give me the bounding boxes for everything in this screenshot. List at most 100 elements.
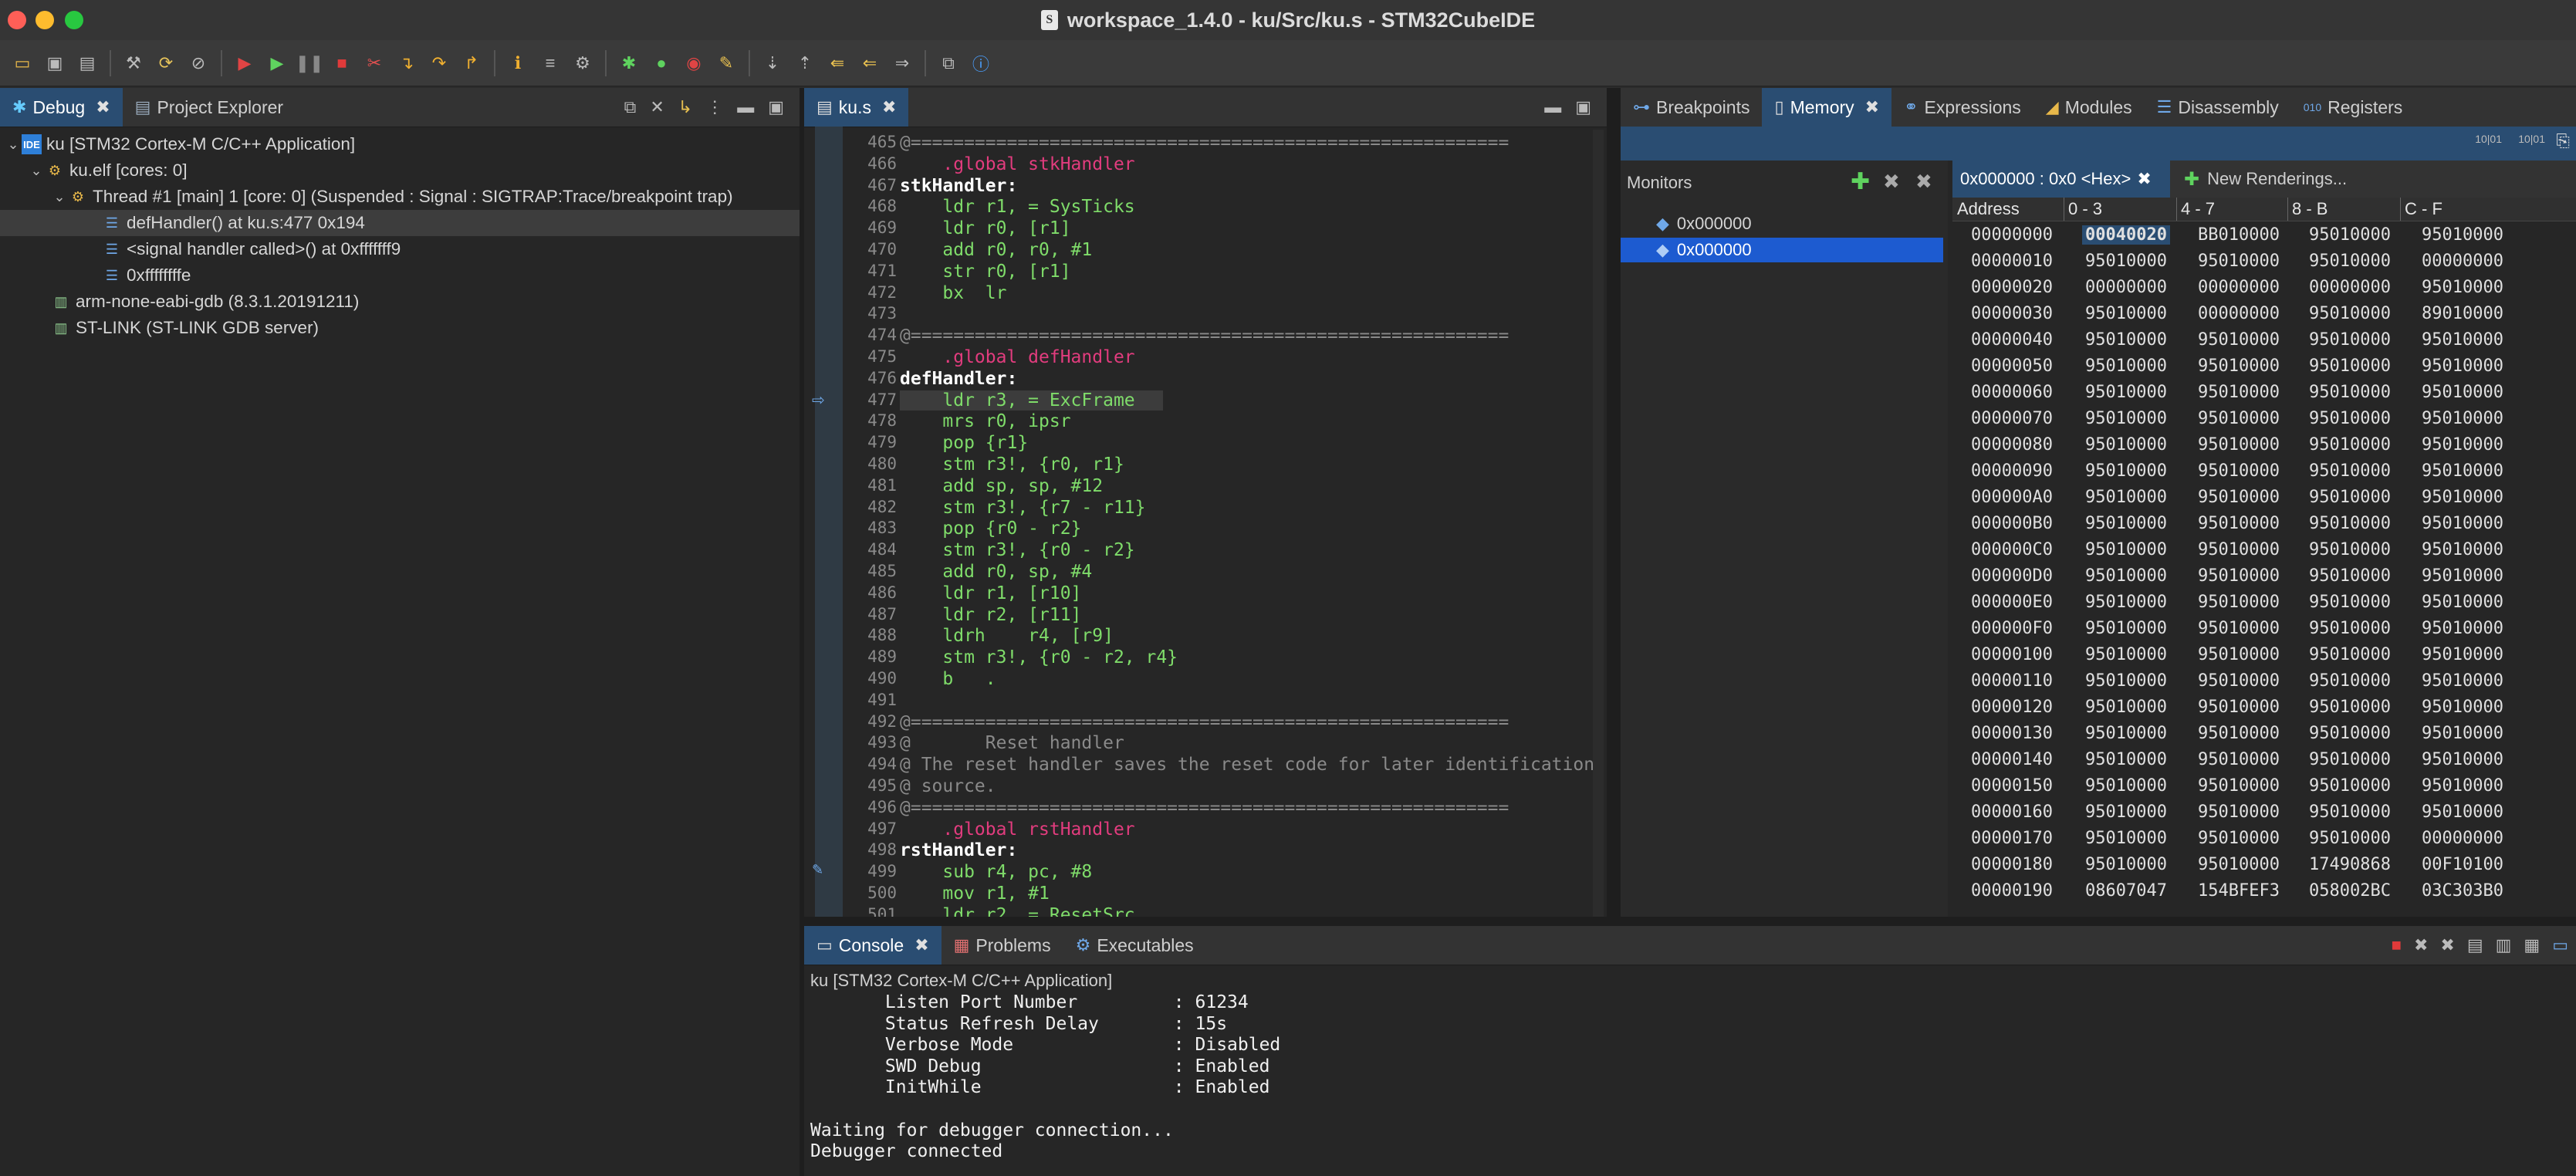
memory-cell[interactable]: 95010000: [2198, 724, 2280, 743]
code-line[interactable]: str r0, [r1]: [900, 262, 1070, 282]
step-filter-icon[interactable]: ↳: [678, 97, 692, 117]
memory-cell[interactable]: 95010000: [2085, 671, 2167, 691]
remove-monitor-icon[interactable]: ✖: [1883, 170, 1900, 194]
code-line[interactable]: mov r1, #1: [900, 884, 1050, 904]
step-over-icon[interactable]: ↷: [428, 52, 451, 75]
maximize-view-icon[interactable]: ▣: [1575, 97, 1591, 117]
memory-cell[interactable]: 95010000: [2309, 435, 2391, 455]
memory-cell[interactable]: 154BFEF3: [2198, 881, 2280, 901]
tree-frame-signal-handler[interactable]: ☰ <signal handler called>() at 0xfffffff…: [0, 236, 401, 262]
code-line[interactable]: ldr r2, [r11]: [900, 605, 1081, 625]
instruction-stepping-icon[interactable]: ℹ: [506, 52, 529, 75]
memory-cell[interactable]: 00040020: [2082, 225, 2170, 245]
coverage-icon[interactable]: ◉: [682, 52, 705, 75]
overview-ruler[interactable]: [1593, 130, 1604, 917]
memory-column-header[interactable]: Address: [1957, 199, 2020, 219]
code-line[interactable]: ldr r3, = ExcFrame: [900, 390, 1163, 411]
code-line[interactable]: ldr r1, = SysTicks: [900, 197, 1134, 217]
memory-cell[interactable]: 95010000: [2085, 514, 2167, 533]
external-tools-icon[interactable]: ⚙: [571, 52, 594, 75]
memory-cell[interactable]: 95010000: [2422, 776, 2503, 796]
table-renderings-icon[interactable]: 10|01: [2518, 133, 2545, 145]
code-line[interactable]: add r0, r0, #1: [900, 240, 1092, 260]
code-line[interactable]: stm r3!, {r0 - r2, r4}: [900, 647, 1178, 667]
memory-cell[interactable]: 95010000: [2422, 409, 2503, 428]
new-icon[interactable]: ▭: [11, 52, 34, 75]
memory-cell[interactable]: 95010000: [2085, 461, 2167, 481]
code-line[interactable]: pop {r1}: [900, 433, 1028, 453]
memory-cell[interactable]: 95010000: [2309, 540, 2391, 559]
memory-cell[interactable]: 95010000: [2198, 750, 2280, 769]
tab-debug[interactable]: ✱ Debug ✖: [0, 88, 123, 127]
memory-cell[interactable]: 95010000: [2422, 278, 2503, 297]
close-icon[interactable]: ✖: [2137, 169, 2151, 189]
code-line[interactable]: ldr r1, [r10]: [900, 583, 1081, 603]
monitor-item[interactable]: ◆ 0x000000: [1621, 211, 1943, 236]
clear-console-icon[interactable]: ▤: [2467, 935, 2483, 955]
binary-format-icon[interactable]: 10|01: [2475, 133, 2502, 145]
back-icon[interactable]: ⇐: [858, 52, 881, 75]
memory-cell[interactable]: 95010000: [2309, 593, 2391, 612]
memory-cell[interactable]: 00F10100: [2422, 855, 2503, 874]
tab-ku-s[interactable]: ▤ ku.s ✖: [804, 88, 909, 127]
memory-cell[interactable]: 95010000: [2198, 619, 2280, 638]
save-icon[interactable]: ▣: [43, 52, 66, 75]
memory-cell[interactable]: 95010000: [2309, 671, 2391, 691]
memory-cell[interactable]: 95010000: [2422, 645, 2503, 664]
display-console-icon[interactable]: ▭: [2552, 935, 2568, 955]
memory-cell[interactable]: 95010000: [2422, 435, 2503, 455]
memory-column-header[interactable]: 0 - 3: [2068, 199, 2102, 219]
memory-cell[interactable]: 00000000: [2422, 252, 2503, 271]
memory-cell[interactable]: 95010000: [2309, 724, 2391, 743]
memory-cell[interactable]: 95010000: [2422, 566, 2503, 586]
chevron-down-icon[interactable]: ⌄: [28, 163, 45, 179]
memory-cell[interactable]: BB010000: [2198, 225, 2280, 245]
close-icon[interactable]: ✖: [96, 97, 110, 117]
chevron-down-icon[interactable]: ⌄: [51, 189, 68, 205]
code-line[interactable]: sub r4, pc, #8: [900, 862, 1092, 882]
memory-cell[interactable]: 95010000: [2198, 252, 2280, 271]
annotation-icon[interactable]: ⇣: [761, 52, 784, 75]
code-line[interactable]: .global stkHandler: [900, 154, 1134, 174]
code-line[interactable]: pop {r0 - r2}: [900, 519, 1081, 539]
memory-cell[interactable]: 95010000: [2309, 776, 2391, 796]
tab-memory[interactable]: ▯ Memory ✖: [1762, 88, 1892, 127]
tree-process-ku-elf[interactable]: ⌄ ⚙ ku.elf [cores: 0]: [0, 157, 187, 184]
tab-breakpoints[interactable]: ⊶ Breakpoints: [1621, 88, 1762, 127]
code-line[interactable]: ldr r0, [r1]: [900, 218, 1070, 238]
tab-rendering-hex[interactable]: 0x000000 : 0x0 <Hex> ✖: [1952, 161, 2170, 198]
tab-expressions[interactable]: ⚭ Expressions: [1891, 88, 2033, 127]
breakpoint-marker-icon[interactable]: ✎: [812, 862, 823, 878]
memory-cell[interactable]: 95010000: [2085, 330, 2167, 350]
memory-cell[interactable]: 95010000: [2309, 750, 2391, 769]
minimize-view-icon[interactable]: ▬: [1544, 97, 1561, 117]
console-output[interactable]: Listen Port Number : 61234 Status Refres…: [804, 992, 2576, 1176]
memory-cell[interactable]: 95010000: [2198, 540, 2280, 559]
memory-cell[interactable]: 95010000: [2422, 619, 2503, 638]
memory-column-header[interactable]: 4 - 7: [2181, 199, 2215, 219]
memory-cell[interactable]: 95010000: [2309, 461, 2391, 481]
memory-cell[interactable]: 95010000: [2422, 330, 2503, 350]
tree-frame-defhandler[interactable]: ☰ defHandler() at ku.s:477 0x194: [0, 210, 800, 236]
memory-cell[interactable]: 95010000: [2085, 750, 2167, 769]
code-line[interactable]: mrs r0, ipsr: [900, 411, 1070, 431]
memory-cell[interactable]: 95010000: [2422, 461, 2503, 481]
maximize-view-icon[interactable]: ▣: [768, 97, 784, 117]
terminate-icon[interactable]: ■: [330, 52, 353, 75]
memory-cell[interactable]: 95010000: [2309, 829, 2391, 848]
code-area[interactable]: 465 @====================================…: [804, 127, 1607, 917]
tab-registers[interactable]: 010 Registers: [2291, 88, 2415, 127]
memory-cell[interactable]: 95010000: [2085, 488, 2167, 507]
last-edit-icon[interactable]: ⇡: [793, 52, 816, 75]
memory-cell[interactable]: 95010000: [2309, 383, 2391, 402]
memory-cell[interactable]: 95010000: [2085, 855, 2167, 874]
suspend-icon[interactable]: ❚❚: [296, 52, 324, 75]
scroll-lock-icon[interactable]: ▥: [2496, 935, 2512, 955]
memory-cell[interactable]: 95010000: [2198, 488, 2280, 507]
memory-cell[interactable]: 95010000: [2085, 540, 2167, 559]
code-line[interactable]: add sp, sp, #12: [900, 476, 1103, 496]
close-icon[interactable]: ✖: [914, 935, 928, 955]
code-line[interactable]: @=======================================…: [900, 326, 1509, 346]
memory-cell[interactable]: 95010000: [2198, 645, 2280, 664]
memory-cell[interactable]: 95010000: [2085, 698, 2167, 717]
